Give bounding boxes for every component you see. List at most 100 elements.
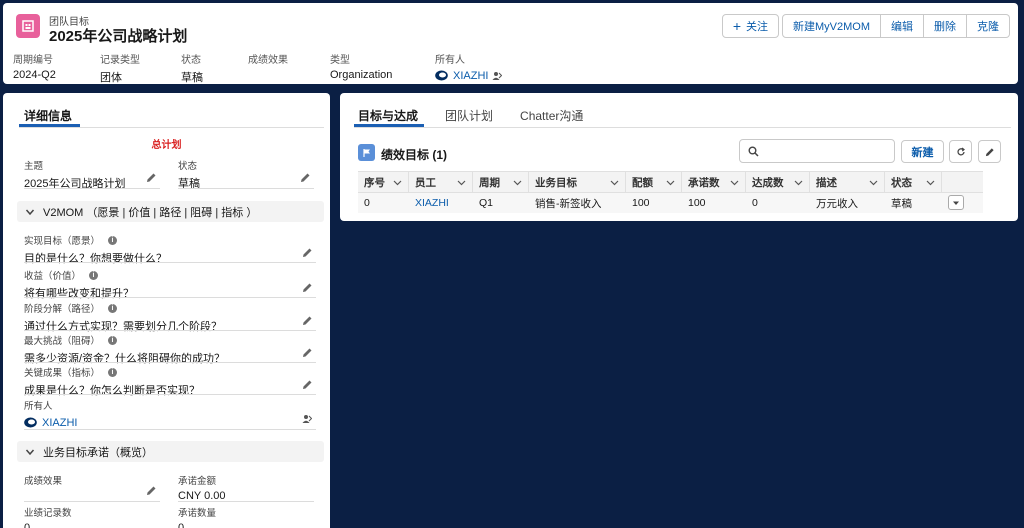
master-plan-label: 总计划 xyxy=(151,140,182,151)
cell-quota: 100 xyxy=(632,197,650,209)
method-field: 阶段分解（路径） i 通过什么方式实现？需要划分几个阶段？ xyxy=(24,301,316,334)
new-button[interactable]: 新建 xyxy=(901,140,944,163)
delete-button[interactable]: 删除 xyxy=(924,14,967,38)
performance-field: 成绩效果 xyxy=(24,473,162,502)
chevron-down-icon xyxy=(666,180,675,186)
chevron-down-icon xyxy=(457,180,466,186)
value-field: 收益（价值） i 将有哪些改变和提升？ xyxy=(24,268,316,301)
owner-link[interactable]: XIAZHI xyxy=(42,417,77,429)
search-icon xyxy=(748,146,759,157)
chevron-down-icon xyxy=(393,180,402,186)
highlight-status: 状态 草稿 xyxy=(181,55,203,84)
details-panel: 详细信息 总计划 主题 2025年公司战略计划 状态 草稿 V2MOM （愿景 … xyxy=(3,93,330,528)
column-header[interactable]: 序号 xyxy=(358,172,409,192)
chevron-down-icon xyxy=(513,180,522,186)
table-header: 序号 员工 周期 业务目标 配额 承诺数 达成数 描述 状态 xyxy=(358,171,983,193)
highlight-record-type: 记录类型 团体 xyxy=(100,55,140,84)
change-owner-icon[interactable] xyxy=(492,71,503,81)
plus-icon: + xyxy=(732,18,741,34)
edit-button[interactable]: 编辑 xyxy=(881,14,924,38)
record-header: 团队目标 2025年公司战略计划 + 关注 新建MyV2MOM 编辑 删除 克隆… xyxy=(3,3,1018,84)
refresh-button[interactable] xyxy=(949,140,972,163)
obstacle-field: 最大挑战（阻碍） i 需多少资源/资金？什么将阻碍你的成功？ xyxy=(24,333,316,366)
team-goal-icon xyxy=(16,14,40,38)
chevron-down-icon xyxy=(953,201,959,205)
section-commitment[interactable]: 业务目标承诺（概览） xyxy=(17,441,324,462)
cell-period: Q1 xyxy=(479,197,494,209)
column-header[interactable]: 周期 xyxy=(473,172,529,192)
row-actions-button[interactable] xyxy=(948,195,964,210)
chevron-down-icon xyxy=(610,180,619,186)
column-header[interactable]: 承诺数 xyxy=(682,172,746,192)
list-title: 绩效目标 (1) xyxy=(381,148,448,162)
follow-button[interactable]: + 关注 xyxy=(721,14,779,38)
record-title: 2025年公司战略计划 xyxy=(49,28,188,45)
cell-description: 万元收入 xyxy=(816,197,858,210)
edit-pencil-icon[interactable] xyxy=(300,172,311,183)
chevron-down-icon xyxy=(794,180,803,186)
column-header[interactable]: 员工 xyxy=(409,172,473,192)
subject-field: 主题 2025年公司战略计划 xyxy=(24,158,162,191)
column-header[interactable]: 业务目标 xyxy=(529,172,626,192)
chevron-down-icon xyxy=(730,180,739,186)
edit-pencil-icon[interactable] xyxy=(302,347,313,358)
edit-pencil-icon[interactable] xyxy=(302,315,313,326)
info-icon[interactable]: i xyxy=(108,303,118,313)
highlight-performance: 成绩效果 xyxy=(248,55,288,66)
clone-button[interactable]: 克隆 xyxy=(967,14,1010,38)
edit-pencil-icon[interactable] xyxy=(146,172,157,183)
record-count-field: 业绩记录数 0 xyxy=(24,508,72,528)
edit-pencil-icon[interactable] xyxy=(302,282,313,293)
edit-pencil-icon[interactable] xyxy=(302,379,313,390)
vision-field: 实现目标（愿景） i 目的是什么？你想要做什么？ xyxy=(24,233,316,266)
column-header[interactable]: 状态 xyxy=(885,172,942,192)
chevron-down-icon xyxy=(926,180,935,186)
chevron-down-icon xyxy=(25,449,35,455)
edit-pencil-icon[interactable] xyxy=(302,247,313,258)
cell-objective: 销售-新签收入 xyxy=(535,197,602,210)
cell-index: 0 xyxy=(364,197,370,209)
button-group: 新建MyV2MOM 编辑 删除 克隆 xyxy=(782,14,1010,38)
change-owner-icon[interactable] xyxy=(302,414,312,424)
search-input[interactable] xyxy=(739,139,895,163)
table-row: 0 XIAZHI Q1 销售-新签收入 100 100 0 万元收入 草稿 xyxy=(358,193,983,213)
info-icon[interactable]: i xyxy=(108,235,118,245)
flag-icon xyxy=(358,144,375,161)
user-avatar-icon xyxy=(435,70,448,81)
commit-quantity-field: 承诺数量 0 xyxy=(178,508,217,528)
related-tabs: 目标与达成 团队计划 Chatter沟通 xyxy=(358,107,610,124)
cell-achieved: 0 xyxy=(752,197,758,209)
new-v2mom-button[interactable]: 新建MyV2MOM xyxy=(782,14,881,38)
info-icon[interactable]: i xyxy=(89,270,99,280)
owner-link[interactable]: XIAZHI xyxy=(453,70,488,82)
status-field: 状态 草稿 xyxy=(178,158,316,191)
edit-list-button[interactable] xyxy=(978,140,1001,163)
user-avatar-icon xyxy=(24,417,37,428)
cell-status: 草稿 xyxy=(891,197,912,210)
tab-goals[interactable]: 目标与达成 xyxy=(358,107,418,124)
tab-details[interactable]: 详细信息 xyxy=(24,107,72,124)
action-bar: + 关注 新建MyV2MOM 编辑 删除 克隆 xyxy=(721,14,1010,38)
highlight-owner: 所有人 XIAZHI xyxy=(435,51,503,82)
info-icon[interactable]: i xyxy=(108,367,118,377)
commit-amount-field: 承诺金额 CNY 0.00 xyxy=(178,473,316,502)
section-v2mom[interactable]: V2MOM （愿景 | 价值 | 路径 | 阻碍 | 指标 ） xyxy=(17,201,324,222)
cell-committed: 100 xyxy=(688,197,706,209)
tab-chatter[interactable]: Chatter沟通 xyxy=(520,107,583,124)
cell-employee-link[interactable]: XIAZHI xyxy=(409,193,449,213)
owner-field: 所有人 XIAZHI xyxy=(24,398,316,430)
info-icon[interactable]: i xyxy=(108,335,118,345)
chevron-down-icon xyxy=(25,209,35,215)
highlight-type: 类型 Organization xyxy=(330,55,393,81)
edit-pencil-icon[interactable] xyxy=(146,485,157,496)
measure-field: 关键成果（指标） i 成果是什么？你怎么判断是否实现？ xyxy=(24,365,316,398)
edit-pencil-icon xyxy=(985,147,994,156)
performance-goals-list: 绩效目标 (1) 新建 序号 员工 周期 业务目标 配额 承诺数 达成数 描述 … xyxy=(350,133,1012,215)
refresh-icon xyxy=(956,147,965,155)
column-header[interactable]: 描述 xyxy=(810,172,885,192)
column-header[interactable]: 达成数 xyxy=(746,172,810,192)
tab-team-plan[interactable]: 团队计划 xyxy=(445,107,493,124)
column-header[interactable]: 配额 xyxy=(626,172,682,192)
chevron-down-icon xyxy=(869,180,878,186)
highlight-period: 周期编号 2024-Q2 xyxy=(13,55,56,81)
